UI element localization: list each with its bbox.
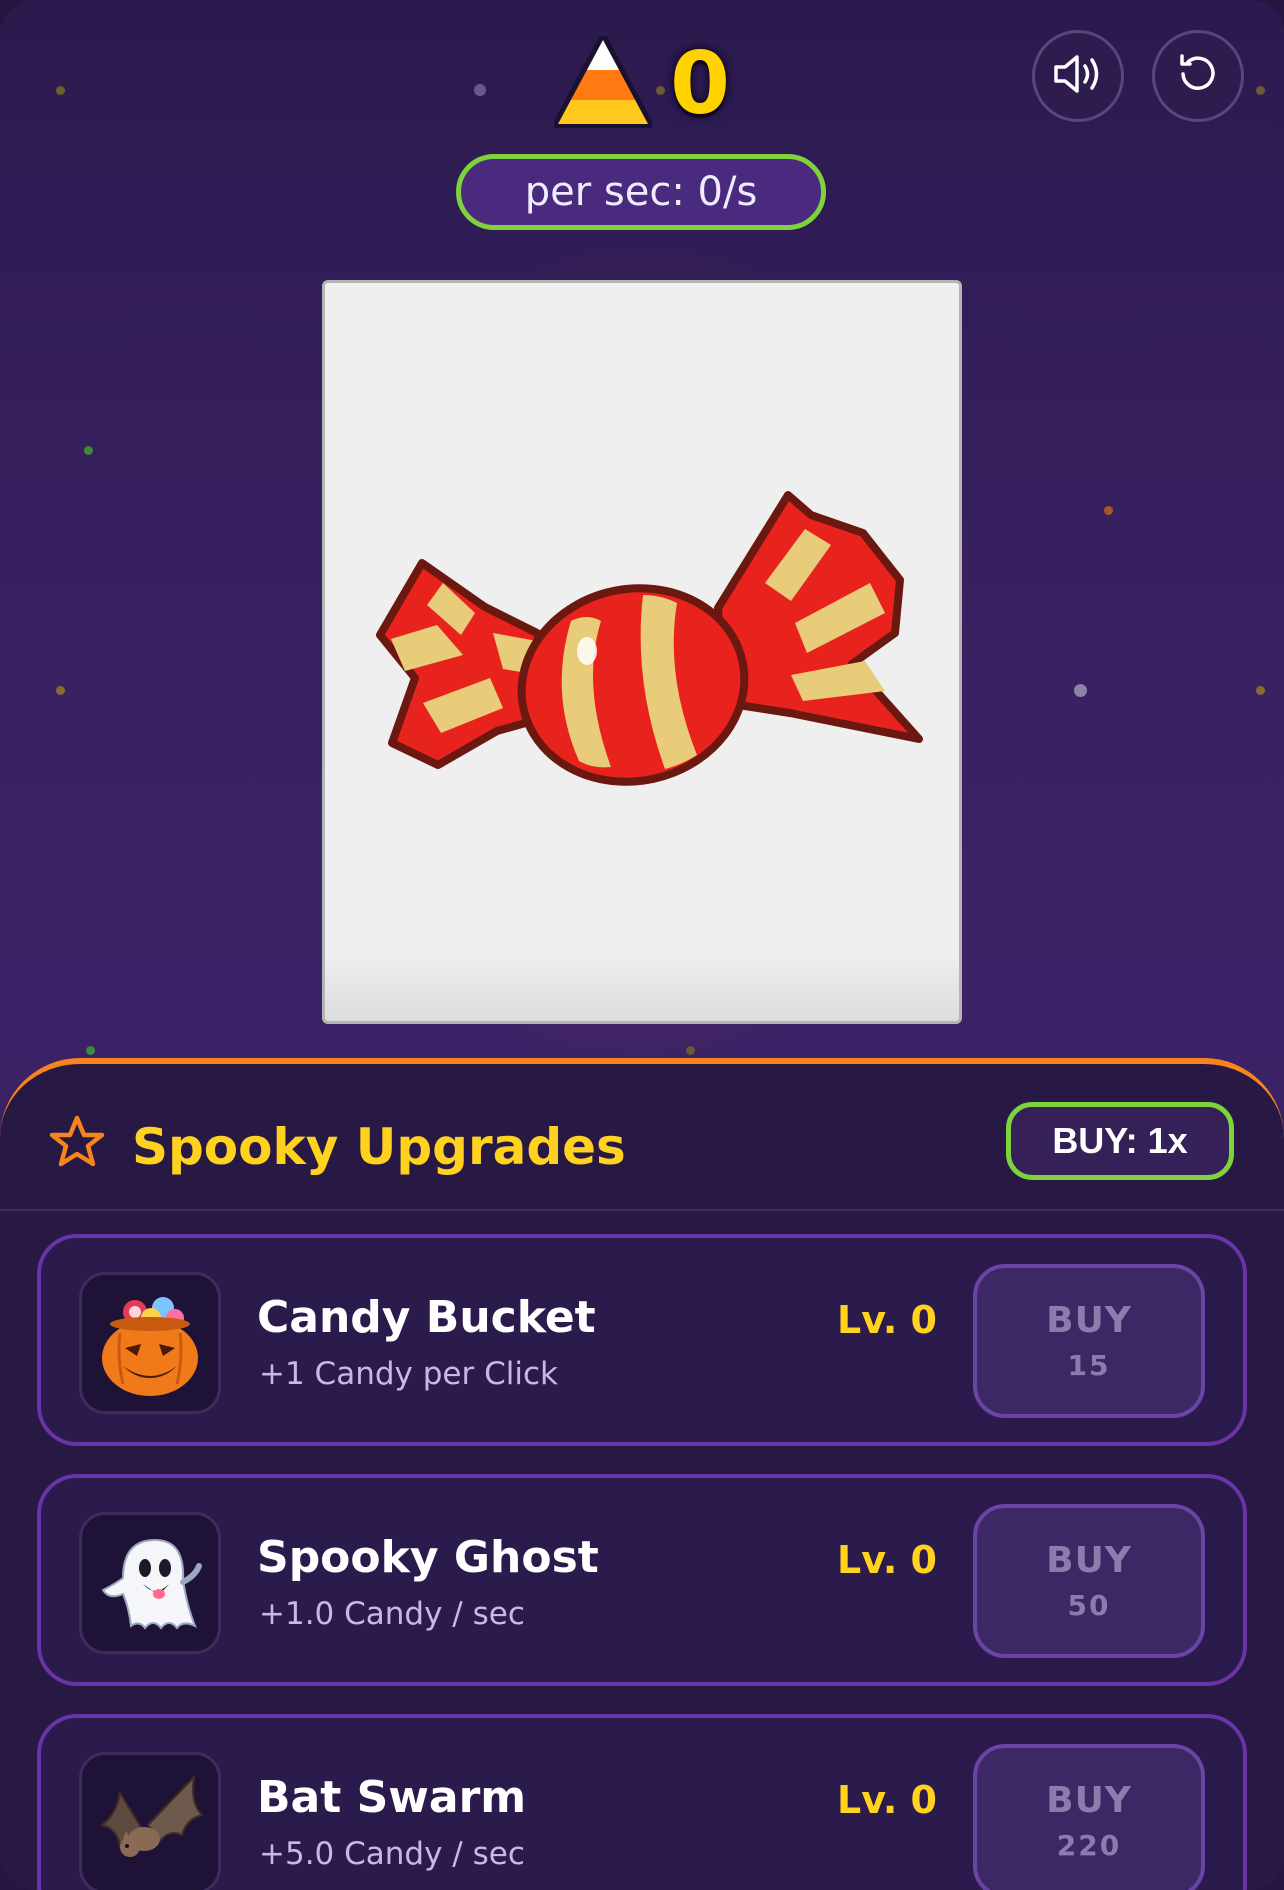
upgrade-cost: 15: [1067, 1349, 1111, 1382]
upgrade-name: Bat Swarm: [257, 1772, 527, 1823]
per-second-rate: per sec: 0/s: [456, 154, 826, 230]
upgrades-header: Spooky Upgrades BUY: 1x: [0, 1064, 1284, 1211]
background-star: [86, 1046, 95, 1055]
buy-spooky-ghost-button[interactable]: BUY 50: [973, 1504, 1205, 1658]
candy-count: 0: [670, 34, 730, 134]
upgrade-level: Lv. 0: [837, 1778, 937, 1822]
upgrade-spooky-ghost: Spooky Ghost +1.0 Candy / sec Lv. 0 BUY …: [37, 1474, 1247, 1686]
star-icon: [48, 1114, 106, 1174]
upgrades-title: Spooky Upgrades: [132, 1118, 626, 1176]
upgrade-description: +5.0 Candy / sec: [259, 1836, 525, 1872]
upgrade-cost: 220: [1056, 1829, 1122, 1862]
upgrade-name: Candy Bucket: [257, 1292, 596, 1343]
upgrade-cost: 50: [1067, 1589, 1111, 1622]
upgrades-panel: Spooky Upgrades BUY: 1x Candy Bucket +1 …: [0, 1058, 1284, 1890]
buy-label: BUY: [1046, 1300, 1132, 1341]
bat-icon: [79, 1752, 221, 1890]
background-star: [1074, 684, 1087, 697]
upgrade-name: Spooky Ghost: [257, 1532, 599, 1583]
upgrade-level: Lv. 0: [837, 1538, 937, 1582]
upgrade-description: +1.0 Candy / sec: [259, 1596, 525, 1632]
background-star: [686, 1046, 695, 1055]
candy-corn-icon: [553, 35, 654, 132]
upgrade-bat-swarm: Bat Swarm +5.0 Candy / sec Lv. 0 BUY 220: [37, 1714, 1247, 1890]
background-star: [1256, 686, 1265, 695]
upgrade-candy-bucket: Candy Bucket +1 Candy per Click Lv. 0 BU…: [37, 1234, 1247, 1446]
sound-toggle-button[interactable]: [1032, 30, 1124, 122]
background-star: [84, 446, 93, 455]
speaker-icon: [1052, 52, 1104, 100]
pumpkin-bucket-icon: [79, 1272, 221, 1414]
buy-label: BUY: [1046, 1780, 1132, 1821]
game-screen: 0 per sec: 0/s Spooky Upgrades BUY: 1x C…: [0, 0, 1284, 1890]
buy-label: BUY: [1046, 1540, 1132, 1581]
candy-click-target[interactable]: [322, 280, 962, 1024]
background-star: [56, 686, 65, 695]
upgrade-description: +1 Candy per Click: [259, 1356, 558, 1392]
buy-multiplier-button[interactable]: BUY: 1x: [1006, 1102, 1234, 1180]
background-star: [1104, 506, 1113, 515]
reset-icon: [1173, 49, 1223, 103]
upgrade-level: Lv. 0: [837, 1298, 937, 1342]
buy-candy-bucket-button[interactable]: BUY 15: [973, 1264, 1205, 1418]
ghost-icon: [79, 1512, 221, 1654]
buy-bat-swarm-button[interactable]: BUY 220: [973, 1744, 1205, 1890]
wrapped-candy-image: [376, 491, 923, 786]
reset-button[interactable]: [1152, 30, 1244, 122]
